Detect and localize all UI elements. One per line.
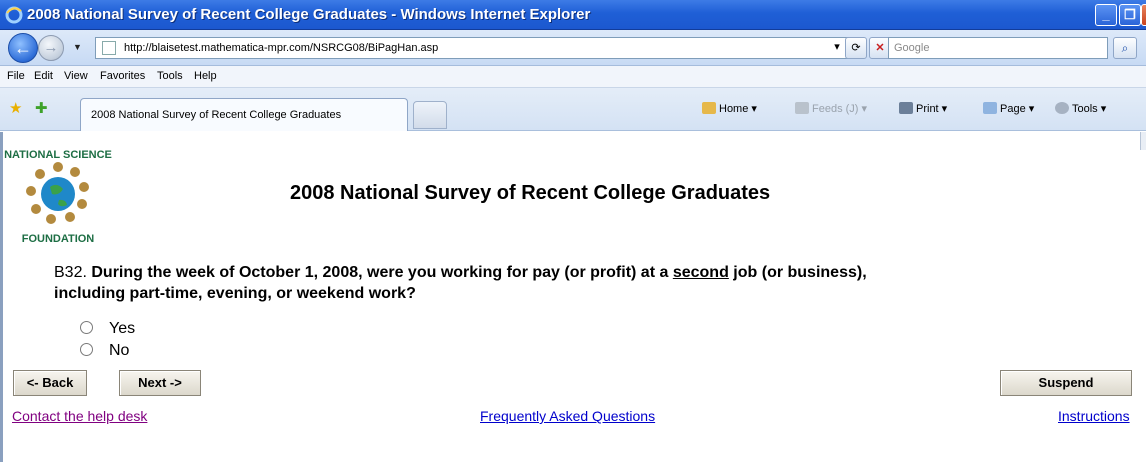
minimize-button[interactable]: _ bbox=[1095, 4, 1117, 26]
faq-link[interactable]: Frequently Asked Questions bbox=[480, 408, 655, 424]
address-toolbar: ← → ▼ http://blaisetest.mathematica-mpr.… bbox=[0, 30, 1146, 66]
home-button[interactable]: Home ▾ bbox=[702, 102, 757, 115]
question-number: B32. bbox=[54, 264, 87, 281]
print-icon bbox=[899, 102, 913, 114]
feeds-label: Feeds (J) bbox=[812, 103, 859, 115]
radio-yes[interactable] bbox=[80, 321, 93, 334]
maximize-button[interactable]: ❐ bbox=[1119, 4, 1141, 26]
back-page-button[interactable]: <- Back bbox=[13, 370, 87, 396]
page-menu-button[interactable]: Page ▾ bbox=[983, 102, 1034, 115]
feeds-icon bbox=[795, 102, 809, 114]
help-desk-link[interactable]: Contact the help desk bbox=[12, 408, 147, 424]
search-input[interactable]: Google bbox=[888, 37, 1108, 59]
radio-no[interactable] bbox=[80, 343, 93, 356]
feeds-button[interactable]: Feeds (J) ▾ bbox=[795, 102, 867, 115]
menu-view[interactable]: View bbox=[64, 70, 88, 82]
tab-bar: ★ ✚ 2008 National Survey of Recent Colle… bbox=[0, 88, 1146, 131]
menu-help[interactable]: Help bbox=[194, 70, 217, 82]
close-window-button[interactable]: X bbox=[1141, 4, 1146, 26]
address-dropdown-icon[interactable]: ▾ bbox=[831, 37, 843, 59]
search-placeholder: Google bbox=[894, 42, 930, 54]
tools-menu-button[interactable]: Tools ▾ bbox=[1055, 102, 1106, 115]
tab-label: 2008 National Survey of Recent College G… bbox=[91, 109, 342, 121]
tab-current[interactable]: 2008 National Survey of Recent College G… bbox=[80, 98, 408, 131]
logo-text-top: NATIONAL SCIENCE bbox=[4, 149, 112, 161]
menu-favorites[interactable]: Favorites bbox=[100, 70, 145, 82]
add-favorites-icon[interactable]: ✚ bbox=[35, 99, 48, 117]
question-text: B32. During the week of October 1, 2008,… bbox=[54, 262, 914, 304]
menu-bar: File Edit View Favorites Tools Help bbox=[0, 66, 1146, 88]
page-label: Page bbox=[1000, 103, 1026, 115]
window-titlebar: 2008 National Survey of Recent College G… bbox=[0, 0, 1146, 30]
forward-arrow-icon: → bbox=[43, 39, 59, 56]
refresh-button[interactable]: ⟳ bbox=[845, 37, 867, 59]
question-part-1: During the week of October 1, 2008, were… bbox=[91, 264, 669, 281]
internet-explorer-icon bbox=[5, 6, 23, 24]
question-underlined-word: second bbox=[672, 264, 729, 281]
option-yes[interactable]: Yes bbox=[80, 320, 135, 338]
address-url: http://blaisetest.mathematica-mpr.com/NS… bbox=[124, 42, 439, 54]
window-title: 2008 National Survey of Recent College G… bbox=[27, 6, 591, 23]
option-yes-label: Yes bbox=[109, 320, 136, 337]
tools-label: Tools bbox=[1072, 103, 1098, 115]
forward-button[interactable]: → bbox=[38, 35, 64, 61]
print-label: Print bbox=[916, 103, 939, 115]
suspend-button[interactable]: Suspend bbox=[1000, 370, 1132, 396]
option-no[interactable]: No bbox=[80, 342, 129, 360]
home-icon bbox=[702, 102, 716, 114]
search-icon[interactable]: ⌕ bbox=[1113, 37, 1137, 59]
favorites-star-icon[interactable]: ★ bbox=[9, 99, 22, 117]
menu-tools[interactable]: Tools bbox=[157, 70, 183, 82]
nsf-logo: NATIONAL SCIENCE FOUNDATION bbox=[4, 149, 112, 244]
page-icon bbox=[102, 41, 116, 55]
instructions-link[interactable]: Instructions bbox=[1058, 408, 1130, 424]
page-icon bbox=[983, 102, 997, 114]
recent-pages-dropdown-icon[interactable]: ▼ bbox=[73, 42, 82, 52]
logo-text-bottom: FOUNDATION bbox=[22, 233, 95, 244]
scrollbar[interactable] bbox=[1140, 132, 1146, 150]
menu-file[interactable]: File bbox=[7, 70, 25, 82]
menu-edit[interactable]: Edit bbox=[34, 70, 53, 82]
address-input[interactable]: http://blaisetest.mathematica-mpr.com/NS… bbox=[95, 37, 855, 59]
back-arrow-icon: ← bbox=[14, 38, 32, 58]
back-button[interactable]: ← bbox=[8, 33, 38, 63]
option-no-label: No bbox=[109, 342, 130, 359]
next-page-button[interactable]: Next -> bbox=[119, 370, 201, 396]
page-title: 2008 National Survey of Recent College G… bbox=[290, 182, 771, 204]
home-label: Home bbox=[719, 103, 749, 115]
print-button[interactable]: Print ▾ bbox=[899, 102, 947, 115]
gear-icon bbox=[1055, 102, 1069, 114]
new-tab-button[interactable] bbox=[413, 101, 447, 129]
